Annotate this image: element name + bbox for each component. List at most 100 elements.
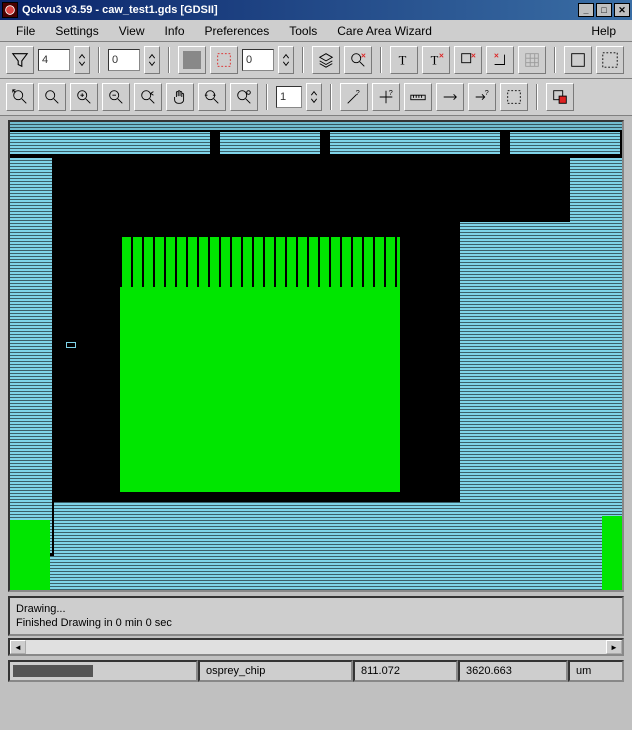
svg-text:?: ? <box>356 88 360 97</box>
status-bar: osprey_chip 811.072 3620.663 um <box>8 660 624 682</box>
dimension-query-button[interactable]: ? <box>468 83 496 111</box>
fill-swatch-icon <box>183 51 201 69</box>
zoom-out-icon <box>107 88 125 106</box>
grid-button[interactable] <box>518 46 546 74</box>
zoom-extents-icon <box>11 88 29 106</box>
text-off-button[interactable]: T <box>422 46 450 74</box>
marquee-button[interactable] <box>596 46 624 74</box>
green-region <box>120 237 400 492</box>
svg-text:?: ? <box>389 88 393 97</box>
title-bar: Qckvu3 v3.59 - caw_test1.gds [GDSII] _ □… <box>0 0 632 20</box>
layer-zoom-button[interactable] <box>344 46 372 74</box>
fill-swatch-button[interactable] <box>178 46 206 74</box>
zoom-in-icon <box>75 88 93 106</box>
progress-fill <box>13 665 93 677</box>
status-line-2: Finished Drawing in 0 min 0 sec <box>16 616 616 630</box>
snap-corner-button[interactable] <box>486 46 514 74</box>
layout-canvas[interactable] <box>8 120 624 592</box>
zoom-out-button[interactable] <box>102 83 130 111</box>
coord-x-cell: 811.072 <box>353 660 458 682</box>
select-rect-icon <box>569 51 587 69</box>
zoom-center-icon <box>203 88 221 106</box>
filter-icon <box>11 51 29 69</box>
toolbar-1: T T <box>0 42 632 79</box>
text-icon: T <box>395 51 413 69</box>
horizontal-scrollbar[interactable]: ◄ ► <box>8 638 624 656</box>
text-on-button[interactable]: T <box>390 46 418 74</box>
layer-zoom-icon <box>349 51 367 69</box>
measure-cross-button[interactable]: ? <box>372 83 400 111</box>
marquee-icon <box>601 51 619 69</box>
zoom-center-button[interactable] <box>198 83 226 111</box>
menu-settings[interactable]: Settings <box>45 22 108 40</box>
marker-off-button[interactable] <box>454 46 482 74</box>
measure-point-button[interactable]: ? <box>340 83 368 111</box>
ruler-icon <box>409 88 427 106</box>
svg-text:T: T <box>431 54 439 68</box>
window-title: Qckvu3 v3.59 - caw_test1.gds [GDSII] <box>22 4 576 16</box>
svg-text:T: T <box>399 54 407 68</box>
coord-y-cell: 3620.663 <box>458 660 568 682</box>
dim-arrow-icon <box>441 88 459 106</box>
progress-cell <box>8 660 198 682</box>
zoom-prev-button[interactable] <box>134 83 162 111</box>
text-off-icon: T <box>427 51 445 69</box>
toolbar-2: ? ? ? <box>0 79 632 116</box>
minimize-button[interactable]: _ <box>578 3 594 17</box>
hand-icon <box>171 88 189 106</box>
marker-off-icon <box>459 51 477 69</box>
app-icon <box>2 2 18 18</box>
grid-icon <box>523 51 541 69</box>
measure-point-icon: ? <box>345 88 363 106</box>
marker-rect <box>66 342 76 348</box>
highlight-icon <box>551 88 569 106</box>
hierarchy-spinner[interactable] <box>144 46 160 74</box>
menu-preferences[interactable]: Preferences <box>195 22 280 40</box>
menu-bar: File Settings View Info Preferences Tool… <box>0 20 632 42</box>
outline-mode-button[interactable] <box>210 46 238 74</box>
zoom-prev-icon <box>139 88 157 106</box>
select-rect-button[interactable] <box>564 46 592 74</box>
highlight-button[interactable] <box>546 83 574 111</box>
dimension-arrow-button[interactable] <box>436 83 464 111</box>
region-icon <box>505 88 523 106</box>
maximize-button[interactable]: □ <box>596 3 612 17</box>
zoom-redraw-icon <box>235 88 253 106</box>
menu-view[interactable]: View <box>109 22 155 40</box>
scale-spinner[interactable] <box>306 83 322 111</box>
pattern-input[interactable] <box>242 49 274 71</box>
hierarchy-input[interactable] <box>108 49 140 71</box>
zoom-extents-button[interactable] <box>6 83 34 111</box>
menu-help[interactable]: Help <box>581 22 626 40</box>
scroll-right-button[interactable]: ► <box>606 640 622 654</box>
units-cell: um <box>568 660 624 682</box>
status-box: Drawing... Finished Drawing in 0 min 0 s… <box>8 596 624 636</box>
pattern-spinner[interactable] <box>278 46 294 74</box>
menu-tools[interactable]: Tools <box>279 22 327 40</box>
pan-button[interactable] <box>166 83 194 111</box>
scroll-track[interactable] <box>26 640 606 654</box>
ruler-button[interactable] <box>404 83 432 111</box>
menu-care-area-wizard[interactable]: Care Area Wizard <box>327 22 442 40</box>
close-button[interactable]: ✕ <box>614 3 630 17</box>
corner-icon <box>491 51 509 69</box>
nesting-spinner[interactable] <box>74 46 90 74</box>
layers-icon <box>317 51 335 69</box>
cell-name-cell: osprey_chip <box>198 660 353 682</box>
menu-file[interactable]: File <box>6 22 45 40</box>
filter-button[interactable] <box>6 46 34 74</box>
layers-button[interactable] <box>312 46 340 74</box>
menu-info[interactable]: Info <box>155 22 195 40</box>
scroll-left-button[interactable]: ◄ <box>10 640 26 654</box>
zoom-window-button[interactable] <box>38 83 66 111</box>
zoom-redraw-button[interactable] <box>230 83 258 111</box>
nesting-level-input[interactable] <box>38 49 70 71</box>
scale-input[interactable] <box>276 86 302 108</box>
status-line-1: Drawing... <box>16 602 616 616</box>
svg-text:?: ? <box>485 88 489 97</box>
dim-query-icon: ? <box>473 88 491 106</box>
outline-icon <box>215 51 233 69</box>
zoom-icon <box>43 88 61 106</box>
zoom-in-button[interactable] <box>70 83 98 111</box>
region-select-button[interactable] <box>500 83 528 111</box>
